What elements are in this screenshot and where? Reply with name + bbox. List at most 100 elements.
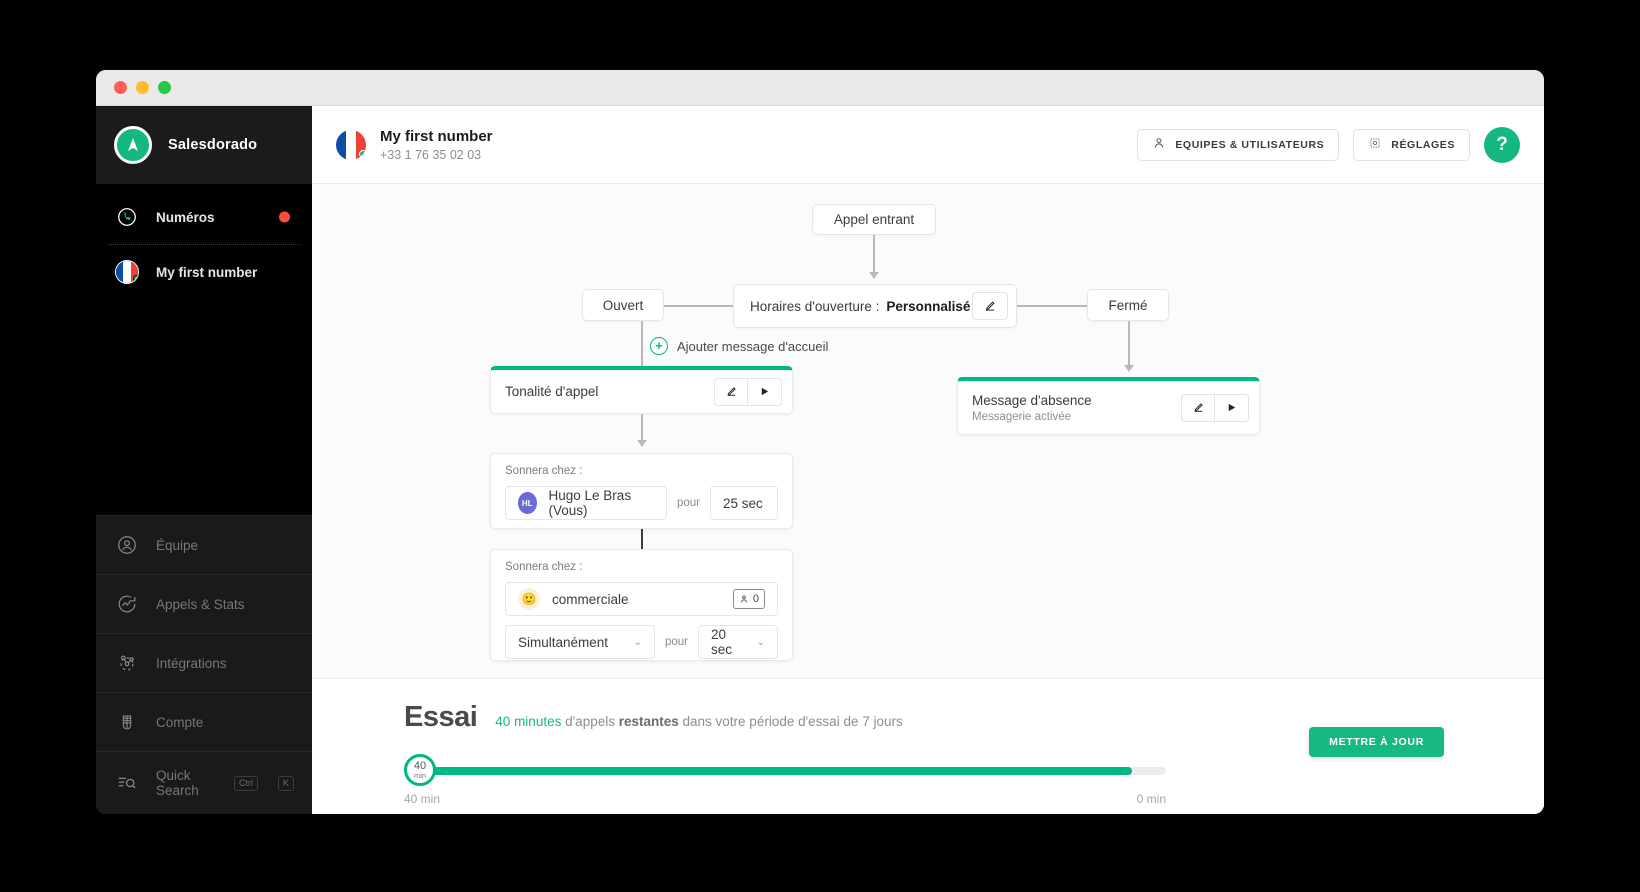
ring-group-1-for-label: pour: [676, 497, 700, 509]
ring-group-2-mode: Simultanément: [518, 634, 609, 650]
topbar: My first number +33 1 76 35 02 03 EQUIPE…: [312, 106, 1544, 184]
topbar-number-info: My first number +33 1 76 35 02 03: [336, 128, 493, 162]
sidebar-item-appels-stats[interactable]: Appels & Stats: [96, 574, 312, 633]
update-button[interactable]: METTRE À JOUR: [1309, 727, 1444, 757]
ring-group-2-duration-select[interactable]: 20 sec ⌄: [698, 625, 778, 659]
trial-bar-legend: 40 min 0 min: [404, 792, 1504, 806]
sidebar-item-my-first-number[interactable]: My first number: [96, 245, 312, 299]
card-ringtone-title: Tonalité d'appel: [505, 384, 599, 399]
person-icon: [740, 595, 747, 603]
brand-header[interactable]: Salesdorado: [96, 106, 312, 184]
sidebar-item-label: Numéros: [156, 209, 215, 225]
sidebar-item-integrations[interactable]: Intégrations: [96, 633, 312, 692]
card-absence-subtitle: Messagerie activée: [972, 410, 1072, 423]
trial-title: Essai: [404, 701, 478, 733]
opening-hours-value: Personnalisé: [886, 298, 971, 314]
arrowhead-icon: [637, 440, 647, 447]
ring-group-1-member-field[interactable]: HL Hugo Le Bras (Vous): [505, 486, 667, 520]
ring-group-2-duration: 20 sec: [711, 627, 733, 657]
app-window: Salesdorado Numéros My first number Équi…: [96, 70, 1544, 814]
sidebar-item-numeros[interactable]: Numéros: [96, 190, 312, 244]
sidebar-item-label: Équipe: [156, 537, 199, 553]
connector-open-to-hours: [664, 305, 733, 307]
sidebar-nav-bottom: Équipe Appels & Stats Intégrations Compt…: [96, 515, 312, 814]
sidebar-item-label: Appels & Stats: [156, 596, 245, 612]
play-ringtone-button[interactable]: [748, 377, 782, 406]
help-icon[interactable]: ?: [1484, 126, 1520, 163]
trial-desc-end: dans votre période d'essai de 7 jours: [678, 714, 903, 729]
sidebar-item-label: Intégrations: [156, 655, 227, 671]
topbar-actions: EQUIPES & UTILISATEURS RÉGLAGES ?: [1137, 126, 1520, 163]
ring-group-2-team-name: commerciale: [552, 591, 629, 607]
chevron-down-icon: ⌄: [756, 636, 765, 648]
sidebar-item-label: Quick Search: [156, 768, 199, 798]
opening-hours-label: Horaires d'ouverture :: [750, 298, 880, 314]
window-titlebar: [96, 70, 1544, 106]
card-ring-group-2: Sonnera chez : 🙂 commerciale 0 Simultané…: [490, 549, 793, 661]
account-grid-icon: [114, 709, 140, 735]
trial-desc-mid: d'appels: [561, 714, 619, 729]
sidebar-item-label: My first number: [156, 264, 258, 280]
knob-unit: min: [413, 770, 427, 780]
connector-closed-down: [1128, 321, 1130, 367]
minimize-window-button[interactable]: [136, 81, 149, 94]
node-label: Fermé: [1108, 297, 1148, 313]
analytics-circle-icon: [114, 591, 140, 617]
ring-group-1-duration-field[interactable]: 25 sec: [710, 486, 778, 520]
card-absence-title: Message d'absence: [972, 392, 1092, 408]
sidebar-item-quick-search[interactable]: Quick Search Ctrl K: [96, 751, 312, 814]
edit-absence-button[interactable]: [1181, 393, 1215, 422]
maximize-window-button[interactable]: [158, 81, 171, 94]
trial-minutes-remaining: 40 minutes: [495, 714, 562, 729]
pencil-icon: [1193, 403, 1203, 412]
add-greeting-message-button[interactable]: + Ajouter message d'accueil: [650, 337, 828, 355]
close-window-button[interactable]: [114, 81, 127, 94]
shortcut-key-k: K: [277, 775, 294, 791]
sidebar-item-compte[interactable]: Compte: [96, 692, 312, 751]
trial-banner: Essai 40 minutes d'appels restantes dans…: [312, 678, 1544, 814]
play-icon: [1228, 403, 1236, 412]
pencil-icon: [726, 387, 736, 396]
settings-button[interactable]: RÉGLAGES: [1353, 128, 1470, 161]
online-status-dot: [359, 149, 366, 158]
progress-fill: [416, 767, 1132, 775]
avatar: HL: [518, 492, 537, 514]
gear-icon: [1368, 136, 1382, 153]
node-opening-hours[interactable]: Horaires d'ouverture : Personnalisé: [733, 284, 1017, 328]
play-absence-button[interactable]: [1215, 393, 1249, 422]
notification-badge-dot: [279, 211, 290, 223]
phone-number: +33 1 76 35 02 03: [380, 147, 482, 162]
connector-ringtone-to-group1: [641, 414, 643, 443]
trial-progress-bar[interactable]: 40 min: [404, 754, 1504, 788]
brand-name: Salesdorado: [168, 137, 258, 153]
edit-ringtone-button[interactable]: [714, 377, 748, 406]
node-label: Ouvert: [602, 297, 644, 313]
sidebar-item-equipe[interactable]: Équipe: [96, 515, 312, 574]
card-ringtone[interactable]: Tonalité d'appel: [490, 366, 793, 414]
user-circle-icon: [114, 532, 140, 558]
play-icon: [761, 387, 769, 396]
node-label: Appel entrant: [833, 212, 915, 227]
ring-group-2-for-label: pour: [664, 636, 688, 648]
ring-group-1-member-name: Hugo Le Bras (Vous): [548, 488, 632, 518]
arrowhead-icon: [1124, 365, 1134, 372]
progress-knob[interactable]: 40 min: [404, 754, 436, 786]
member-count-value: 0: [752, 593, 759, 605]
ring-group-2-mode-select[interactable]: Simultanément ⌄: [505, 625, 655, 659]
card-absence-message[interactable]: Message d'absence Messagerie activée: [957, 377, 1260, 435]
node-open[interactable]: Ouvert: [582, 289, 664, 321]
edit-opening-hours-button[interactable]: [972, 292, 1008, 320]
legend-right: 0 min: [1136, 792, 1166, 806]
connector-hours-to-closed: [1017, 305, 1087, 307]
connector-incoming-to-hours: [873, 235, 875, 274]
online-status-dot: [133, 275, 138, 282]
integrations-icon: [114, 650, 140, 676]
trial-description: 40 minutes d'appels restantes dans votre…: [495, 714, 902, 729]
ring-group-2-team-field[interactable]: 🙂 commerciale 0: [505, 582, 778, 616]
ring-group-2-member-count: 0: [732, 589, 765, 609]
main-panel: My first number +33 1 76 35 02 03 EQUIPE…: [312, 106, 1544, 814]
node-incoming-call[interactable]: Appel entrant: [812, 204, 936, 235]
pencil-icon: [985, 301, 995, 311]
node-closed[interactable]: Fermé: [1087, 289, 1169, 321]
teams-and-users-button[interactable]: EQUIPES & UTILISATEURS: [1137, 128, 1340, 161]
